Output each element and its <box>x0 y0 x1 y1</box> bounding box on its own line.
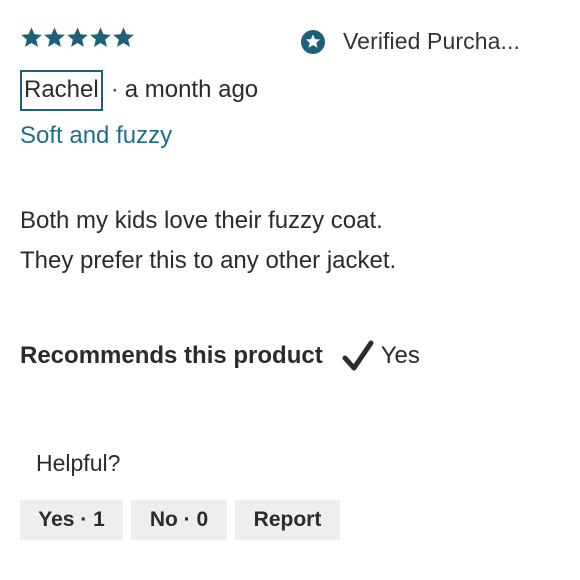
star-icon <box>66 26 89 49</box>
review-body: Both my kids love their fuzzy coat. They… <box>20 201 396 281</box>
star-icon <box>20 26 43 49</box>
review-time: a month ago <box>124 76 259 103</box>
author-row: Rachel · a month ago <box>20 68 258 112</box>
helpful-yes-button[interactable]: Yes · 1 <box>20 500 123 540</box>
verified-purchase-label: Verified Purcha... <box>343 28 520 54</box>
recommends-label: Recommends this product <box>20 342 323 369</box>
recommends-row: Recommends this product Yes <box>20 338 420 374</box>
author-separator: · <box>110 76 119 103</box>
checkmark-icon <box>341 339 375 373</box>
review-body-line: They prefer this to any other jacket. <box>20 247 397 274</box>
helpful-no-button[interactable]: No · 0 <box>131 500 227 540</box>
verified-star-badge-icon <box>300 29 326 55</box>
vote-buttons: Yes · 1 No · 0 Report <box>20 500 340 540</box>
star-rating <box>20 26 135 49</box>
star-icon <box>112 26 135 49</box>
author-name[interactable]: Rachel <box>20 69 103 111</box>
review-body-line: Both my kids love their fuzzy coat. <box>20 207 383 234</box>
star-icon <box>89 26 112 49</box>
verified-purchase-badge: Verified Purcha... <box>300 28 520 55</box>
helpful-label: Helpful? <box>36 450 121 476</box>
recommends-value: Yes <box>380 342 420 369</box>
report-button[interactable]: Report <box>235 500 340 540</box>
star-icon <box>43 26 66 49</box>
review-card: Verified Purcha... Rachel · a month ago … <box>0 0 580 580</box>
review-title: Soft and fuzzy <box>20 122 173 149</box>
